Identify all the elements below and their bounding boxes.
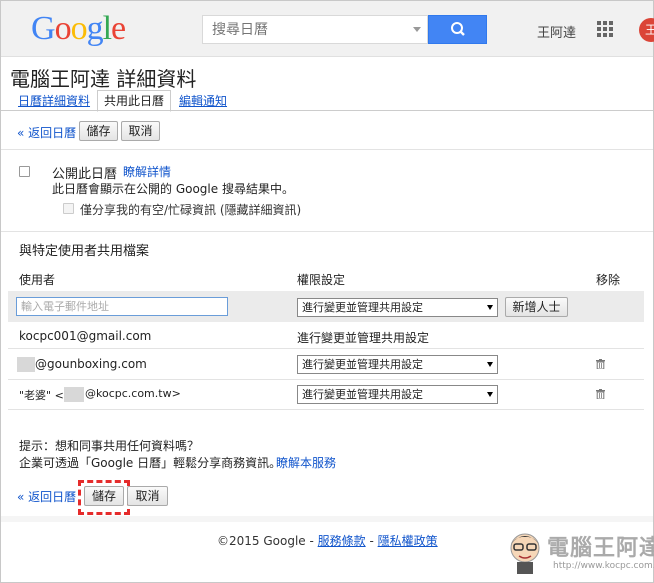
column-header-user: 使用者 — [19, 273, 56, 287]
redacted-text — [17, 357, 35, 372]
column-header-remove: 移除 — [596, 273, 621, 287]
dropdown-arrow-icon — [487, 305, 493, 310]
tab-underline — [1, 110, 653, 111]
google-logo[interactable]: Google — [31, 10, 126, 48]
footer-separator — [1, 516, 653, 522]
watermark-brand: 電腦王阿達 — [547, 536, 654, 561]
privacy-link[interactable]: 隱私權政策 — [378, 534, 438, 548]
cancel-button-top[interactable]: 取消 — [121, 121, 160, 141]
footer-separator-text: - — [365, 534, 378, 548]
save-button-top[interactable]: 儲存 — [79, 121, 118, 141]
learn-more-link[interactable]: 瞭解詳情 — [123, 163, 171, 180]
logo-letter: l — [102, 10, 113, 47]
shared-user-email: @gounboxing.com — [35, 357, 147, 371]
search-input[interactable] — [203, 16, 403, 43]
logo-letter: g — [86, 10, 104, 47]
permission-select-new[interactable]: 進行變更並管理共用設定 — [297, 298, 498, 317]
page-title: 電腦王阿達 詳細資料 — [10, 67, 197, 91]
tip-description: 企業可透過「Google 日曆」輕鬆分享商務資訊。 — [19, 456, 282, 470]
shared-user-permission: 進行變更並管理共用設定 — [297, 331, 430, 345]
copyright-text: ©2015 Google - — [217, 534, 318, 548]
dropdown-arrow-icon — [487, 362, 493, 367]
divider — [1, 231, 653, 232]
tab-calendar-details[interactable]: 日曆詳細資料 — [18, 92, 90, 109]
trash-icon[interactable] — [596, 359, 605, 369]
watermark-url: http://www.kocpc.com.tw — [553, 561, 654, 571]
public-calendar-checkbox[interactable] — [19, 166, 30, 177]
permission-select-value: 進行變更並管理共用設定 — [302, 388, 423, 401]
public-description: 此日曆會顯示在公開的 Google 搜尋結果中。 — [52, 182, 294, 196]
mascot-icon — [510, 533, 540, 574]
shared-user-email: kocpc001@gmail.com — [19, 329, 152, 343]
back-to-calendar-link-bottom[interactable]: « 返回日曆 — [17, 488, 76, 505]
redacted-text — [64, 387, 84, 402]
tip-text: 提示：想和同事共用任何資料嗎？ — [19, 439, 200, 453]
search-box[interactable] — [202, 15, 428, 44]
email-input[interactable]: 輸入電子郵件地址 — [16, 297, 228, 316]
free-busy-only-checkbox[interactable] — [63, 203, 74, 214]
save-button-bottom[interactable]: 儲存 — [84, 486, 124, 506]
permission-select[interactable]: 進行變更並管理共用設定 — [297, 385, 498, 404]
back-to-calendar-link[interactable]: « 返回日曆 — [17, 124, 76, 141]
avatar[interactable]: 王 — [639, 18, 654, 42]
shared-user-name: "老婆" < — [19, 389, 64, 402]
tab-bar: 日曆詳細資料 共用此日曆 編輯通知 — [0, 90, 654, 112]
search-button[interactable] — [428, 15, 487, 44]
add-person-button[interactable]: 新增人士 — [505, 297, 568, 317]
watermark: 電腦王阿達 http://www.kocpc.com.tw — [505, 528, 654, 580]
footer: ©2015 Google - 服務條款 - 隱私權政策 — [217, 532, 438, 549]
apps-grid-icon[interactable] — [597, 21, 613, 37]
row-divider — [8, 348, 644, 349]
permission-select-value: 進行變更並管理共用設定 — [302, 358, 423, 371]
permission-select[interactable]: 進行變更並管理共用設定 — [297, 355, 498, 374]
row-divider — [8, 409, 644, 410]
tab-edit-notifications[interactable]: 編輯通知 — [179, 92, 227, 109]
cancel-button-bottom[interactable]: 取消 — [127, 486, 168, 506]
row-divider — [8, 379, 644, 380]
top-bar: Google 王阿達 王 — [1, 1, 654, 57]
divider — [1, 149, 653, 150]
search-icon — [451, 22, 465, 36]
user-name[interactable]: 王阿達 — [537, 22, 576, 41]
logo-letter: o — [54, 10, 72, 47]
shared-user-email: @kocpc.com.tw> — [85, 387, 181, 400]
column-header-permission: 權限設定 — [297, 273, 346, 287]
free-busy-only-label: 僅分享我的有空/忙碌資訊 (隱藏詳細資訊) — [80, 203, 302, 217]
share-heading: 與特定使用者共用檔案 — [19, 244, 150, 259]
tab-share-calendar[interactable]: 共用此日曆 — [97, 90, 172, 112]
permission-select-value: 進行變更並管理共用設定 — [302, 301, 423, 314]
logo-letter: o — [70, 10, 88, 47]
dropdown-arrow-icon — [487, 392, 493, 397]
trash-icon[interactable] — [596, 389, 605, 399]
logo-letter: e — [111, 10, 126, 47]
logo-letter: G — [31, 10, 56, 47]
learn-service-link[interactable]: 瞭解本服務 — [276, 454, 336, 471]
search-options-icon[interactable] — [413, 27, 421, 32]
terms-link[interactable]: 服務條款 — [318, 534, 366, 548]
